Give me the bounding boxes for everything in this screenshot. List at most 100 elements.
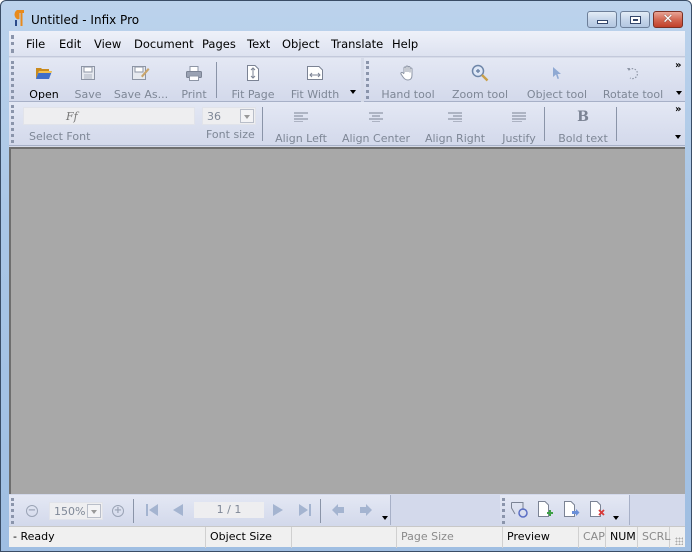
open-label: Open xyxy=(29,88,59,101)
font-select[interactable]: Ff xyxy=(23,107,195,125)
minimize-icon xyxy=(596,20,608,24)
document-canvas[interactable] xyxy=(9,147,685,494)
save-as-button[interactable]: Save As... xyxy=(113,62,169,101)
extract-page-button[interactable] xyxy=(564,501,580,521)
last-page-button[interactable] xyxy=(299,504,311,519)
save-as-label: Save As... xyxy=(113,88,169,101)
folder-open-icon xyxy=(35,62,53,84)
fit-page-button[interactable]: Fit Page xyxy=(231,62,275,101)
toolbar-options-dropdown[interactable] xyxy=(613,516,619,520)
app-window: Untitled - Infix Pro ✕ File Edit View Do… xyxy=(0,0,692,552)
toolbar-grip[interactable] xyxy=(502,498,505,524)
status-num-lock: NUM xyxy=(606,527,638,548)
align-right-icon xyxy=(448,106,462,128)
rotate-tool-button[interactable]: Rotate tool xyxy=(602,62,664,101)
toolbar-options-dropdown[interactable] xyxy=(350,90,356,94)
toolbar-grip[interactable] xyxy=(11,61,14,99)
zoom-level-combo[interactable]: 150% xyxy=(49,502,103,520)
go-back-button[interactable] xyxy=(332,504,346,519)
next-page-button[interactable] xyxy=(273,504,284,519)
object-tool-button[interactable]: Object tool xyxy=(526,62,588,101)
status-object-size: Object Size xyxy=(206,527,292,548)
resize-grip[interactable] xyxy=(675,537,683,545)
previous-page-icon xyxy=(173,504,183,516)
zoom-level-value: 150% xyxy=(54,505,86,518)
font-size-value: 36 xyxy=(207,110,221,123)
status-page-size: Page Size xyxy=(397,527,503,548)
menu-file[interactable]: File xyxy=(26,37,45,51)
align-left-label: Align Left xyxy=(275,132,327,145)
fit-width-label: Fit Width xyxy=(290,88,340,101)
delete-page-button[interactable] xyxy=(590,501,606,521)
zoom-out-button[interactable]: − xyxy=(26,505,38,517)
close-button[interactable]: ✕ xyxy=(653,11,683,28)
toolbar-grip[interactable] xyxy=(11,105,14,143)
forward-arrow-icon xyxy=(360,504,372,516)
zoom-in-icon: + xyxy=(113,505,123,516)
menu-translate[interactable]: Translate xyxy=(331,37,383,51)
status-empty xyxy=(292,527,397,548)
status-bar: - Ready Object Size Page Size Preview CA… xyxy=(9,526,685,548)
menu-help[interactable]: Help xyxy=(392,37,418,51)
menu-pages[interactable]: Pages xyxy=(202,37,236,51)
save-button[interactable]: Save xyxy=(73,62,103,101)
toolbar-grip[interactable] xyxy=(366,61,369,99)
bold-icon: B xyxy=(577,109,589,125)
justify-button[interactable]: Justify xyxy=(499,106,539,145)
print-icon xyxy=(186,62,202,84)
navigation-toolbar: − 150% + 1 / 1 xyxy=(9,495,391,525)
justify-icon xyxy=(512,106,526,128)
toolbar-grip[interactable] xyxy=(11,498,14,524)
zoom-in-button[interactable]: + xyxy=(112,505,124,517)
insert-page-button[interactable] xyxy=(538,501,554,521)
font-size-dropdown-button[interactable] xyxy=(240,109,254,123)
first-page-button[interactable] xyxy=(146,504,158,519)
toolbar-separator xyxy=(616,107,617,141)
last-page-icon xyxy=(299,504,311,516)
fit-width-icon xyxy=(307,62,323,84)
menubar-grip[interactable] xyxy=(11,35,14,53)
go-forward-button[interactable] xyxy=(358,504,372,519)
status-caps-lock: CAP xyxy=(579,527,606,548)
font-size-combo[interactable]: 36 xyxy=(202,107,256,125)
toolbar-separator xyxy=(544,107,545,141)
menu-object[interactable]: Object xyxy=(282,37,319,51)
bold-text-button[interactable]: B Bold text xyxy=(557,106,609,145)
print-button[interactable]: Print xyxy=(179,62,209,101)
first-page-icon xyxy=(146,504,158,516)
delete-page-icon xyxy=(590,501,605,517)
open-button[interactable]: Open xyxy=(27,62,61,101)
hand-tool-button[interactable]: Hand tool xyxy=(380,62,436,101)
align-left-icon xyxy=(294,106,308,128)
minimize-button[interactable] xyxy=(587,11,617,28)
toolbar-separator xyxy=(262,107,263,141)
menu-document[interactable]: Document xyxy=(134,37,194,51)
menu-view[interactable]: View xyxy=(94,37,121,51)
toolbar-options-dropdown[interactable] xyxy=(676,91,682,95)
zoom-dropdown-button[interactable] xyxy=(87,504,101,518)
fit-width-button[interactable]: Fit Width xyxy=(289,62,341,101)
page-number-field[interactable]: 1 / 1 xyxy=(194,502,264,518)
maximize-button[interactable] xyxy=(620,11,650,28)
toolbar-options-dropdown[interactable] xyxy=(675,135,681,139)
toolbar-overflow-chevron[interactable]: » xyxy=(675,60,681,71)
toolbar-overflow-chevron[interactable]: » xyxy=(675,104,681,115)
align-left-button[interactable]: Align Left xyxy=(275,106,327,145)
hand-icon xyxy=(400,62,416,84)
menu-bar: File Edit View Document Pages Text Objec… xyxy=(9,31,685,57)
justify-label: Justify xyxy=(502,132,536,145)
replace-page-icon xyxy=(511,502,528,518)
window-title: Untitled - Infix Pro xyxy=(31,13,140,27)
save-as-icon xyxy=(132,62,150,84)
infix-app-icon xyxy=(14,10,24,26)
align-right-button[interactable]: Align Right xyxy=(425,106,485,145)
toolbar-options-dropdown[interactable] xyxy=(382,516,388,520)
align-center-button[interactable]: Align Center xyxy=(342,106,410,145)
zoom-tool-button[interactable]: Zoom tool xyxy=(452,62,508,101)
replace-page-button[interactable] xyxy=(511,502,529,521)
bold-text-label: Bold text xyxy=(558,132,608,145)
menu-text[interactable]: Text xyxy=(247,37,270,51)
previous-page-button[interactable] xyxy=(172,504,183,519)
fit-page-label: Fit Page xyxy=(231,88,275,101)
menu-edit[interactable]: Edit xyxy=(59,37,81,51)
